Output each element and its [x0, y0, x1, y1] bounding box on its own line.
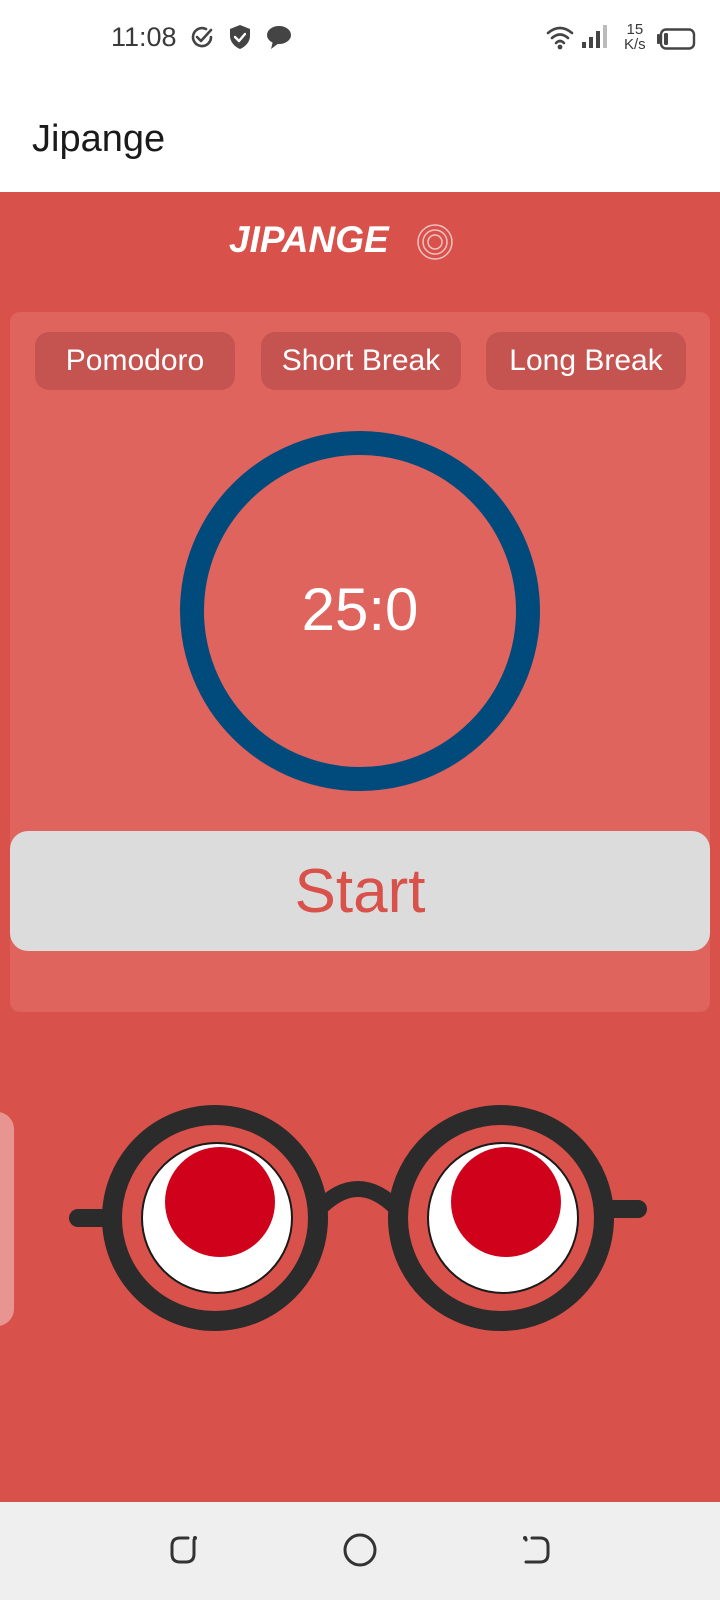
right-eye: [388, 1105, 614, 1331]
network-speed: 15 K/s: [624, 22, 646, 52]
network-speed-value: 15: [626, 21, 644, 38]
back-icon[interactable]: [518, 1532, 554, 1568]
chat-bubble-icon: [267, 26, 291, 49]
shield-icon: [230, 25, 250, 49]
glasses-illustration: [69, 1105, 647, 1331]
recents-icon[interactable]: [166, 1532, 202, 1568]
network-speed-unit: K/s: [624, 36, 646, 53]
timer-display: 25:0: [301, 576, 419, 643]
brand-title: JIPANGE: [229, 219, 389, 260]
left-eye: [102, 1105, 328, 1331]
wifi-icon: [546, 26, 574, 50]
target-icon: [417, 224, 453, 260]
status-time: 11:08: [111, 22, 177, 52]
home-icon[interactable]: [342, 1532, 378, 1568]
status-bar: [0, 0, 720, 80]
tab-long-break[interactable]: Long Break: [486, 332, 686, 390]
glasses-bridge: [312, 1181, 404, 1216]
start-button[interactable]: Start: [10, 831, 710, 951]
tab-short-break[interactable]: Short Break: [261, 332, 461, 390]
signal-icon: [582, 25, 607, 48]
battery-icon: [657, 28, 696, 50]
check-circle-icon: [191, 26, 213, 48]
app-title: Jipange: [32, 118, 166, 160]
tab-pomodoro[interactable]: Pomodoro: [35, 332, 235, 390]
